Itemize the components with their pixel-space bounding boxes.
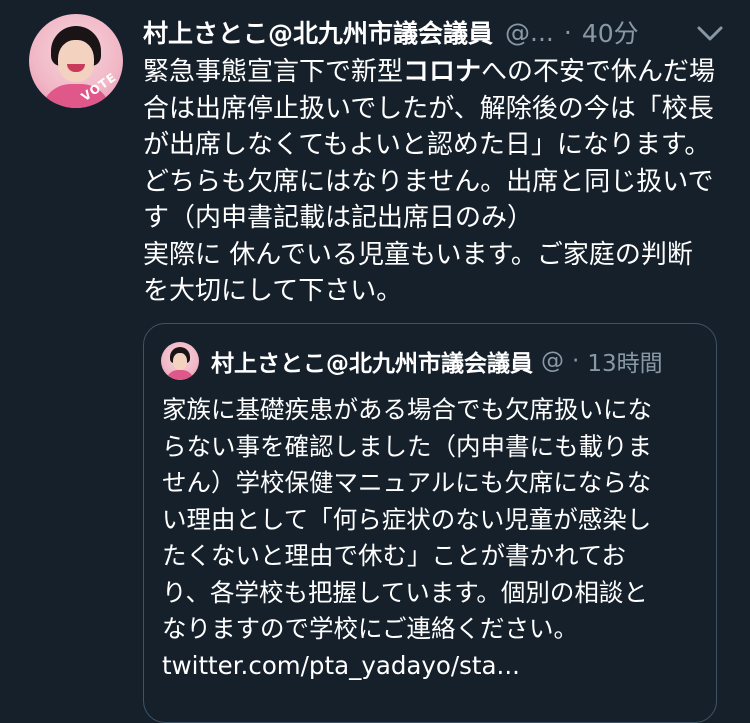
quoted-tweet-header: 村上さとこ@北九州市議会議員 @ · 13時間 xyxy=(211,342,701,380)
author-handle[interactable]: @... xyxy=(505,18,554,47)
tweet-body-line: 実際に 休んでいる児童もいます。ご家庭の判断 xyxy=(143,239,693,270)
quoted-author-name: 村上さとこ@北九州市議会議員 xyxy=(211,351,533,377)
tweet-body-line: が出席しなくてもよいと認めた日」になります。 xyxy=(143,130,711,160)
tweet-timestamp[interactable]: 40分 xyxy=(582,14,639,50)
tweet-body-line: どちらも欠席にはなりません。出席と同じ扱いで xyxy=(143,166,714,197)
quoted-author-handle: @ xyxy=(541,348,564,374)
quoted-body-line: たくないと理由で休む」ことが書かれてお xyxy=(162,541,627,570)
separator-dot: · xyxy=(572,348,580,374)
chevron-down-icon[interactable] xyxy=(690,14,730,54)
quoted-tweet-card[interactable]: 村上さとこ@北九州市議会議員 @ · 13時間 家族に基礎疾患がある場合でも欠席… xyxy=(143,323,717,723)
tweet-body-line: を大切にして下さい。 xyxy=(143,276,403,306)
tweet-body-line: す（内申書記載は記出席日のみ） xyxy=(143,203,534,233)
quoted-body-line: せん）学校保健マニュアルにも欠席にならな xyxy=(162,468,652,497)
quoted-body-line: い理由として「何ら症状のない児童が感染し xyxy=(162,504,652,534)
quoted-body-line: 家族に基礎疾患がある場合でも欠席扱いにな xyxy=(162,395,652,424)
quoted-tweet-body: 家族に基礎疾患がある場合でも欠席扱いにな らない事を確認しました（内申書にも載り… xyxy=(162,392,707,684)
quoted-tweet-timestamp: 13時間 xyxy=(587,351,663,377)
author-name[interactable]: 村上さとこ@北九州市議会議員 xyxy=(143,14,493,50)
quoted-body-line: り、各学校も把握しています。個別の相談と xyxy=(162,577,648,607)
tweet-header: 村上さとこ@北九州市議会議員 @... · 40分 xyxy=(143,14,639,50)
author-avatar[interactable]: VOTE xyxy=(29,14,123,108)
separator-dot: · xyxy=(563,17,572,47)
quoted-body-line: なりますので学校にご連絡ください。 xyxy=(162,614,579,643)
quoted-body-line: らない事を確認しました（内申書にも載りま xyxy=(162,431,652,461)
tweet[interactable]: VOTE 村上さとこ@北九州市議会議員 @... · 40分 緊急事態宣言下で新… xyxy=(0,0,750,723)
tweet-body-line: 緊急事態宣言下で新型コロナへの不安で休んだ場 xyxy=(143,57,716,87)
quoted-author-avatar xyxy=(161,342,199,380)
tweet-body: 緊急事態宣言下で新型コロナへの不安で休んだ場 合は出席停止扱いでしたが、解除後の… xyxy=(143,54,733,310)
quoted-tweet-link[interactable]: twitter.com/pta_yadayo/sta... xyxy=(162,648,707,685)
tweet-body-line: 合は出席停止扱いでしたが、解除後の今は「校長 xyxy=(143,93,714,124)
